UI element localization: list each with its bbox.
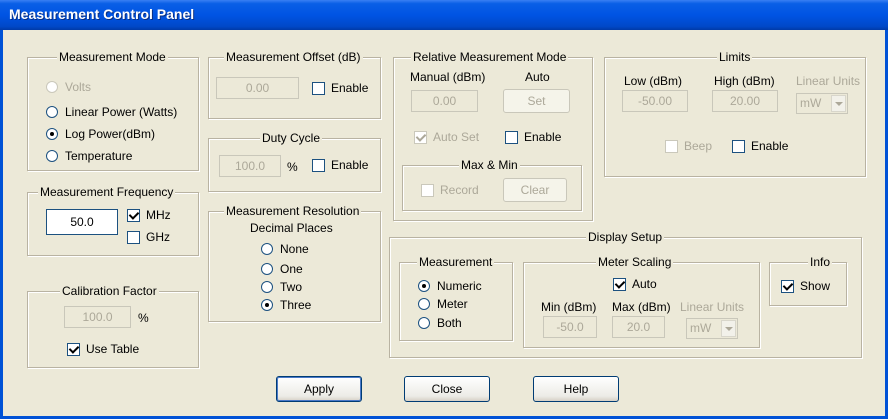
duty-cycle-enable-label: Enable <box>331 158 369 172</box>
relative-enable-label: Enable <box>524 130 562 144</box>
info-show-checkbox[interactable] <box>781 280 794 293</box>
radio-linear-power[interactable] <box>46 106 58 118</box>
display-setup-title: Display Setup <box>586 230 665 244</box>
beep-checkbox[interactable] <box>665 140 678 153</box>
duty-cycle-percent-label: % <box>287 160 298 174</box>
limits-units-select[interactable]: mW <box>796 93 848 114</box>
meter-scaling-title: Meter Scaling <box>596 255 674 269</box>
mhz-label: MHz <box>146 208 171 222</box>
duty-cycle-title: Duty Cycle <box>260 131 323 145</box>
relative-auto-label: Auto <box>525 70 550 84</box>
close-button[interactable]: Close <box>404 376 490 402</box>
calibration-factor-title: Calibration Factor <box>60 284 159 298</box>
auto-set-label: Auto Set <box>433 130 480 144</box>
offset-enable-checkbox[interactable] <box>312 82 325 95</box>
measurement-mode-title: Measurement Mode <box>57 50 168 64</box>
limits-enable-checkbox[interactable] <box>732 140 745 153</box>
calibration-factor-group <box>27 291 199 368</box>
radio-display-meter-label: Meter <box>437 297 468 311</box>
calibration-factor-input[interactable]: 100.0 <box>64 306 131 328</box>
help-button[interactable]: Help <box>533 376 619 402</box>
radio-volts-label: Volts <box>65 80 92 94</box>
radio-res-one-label: One <box>280 262 303 276</box>
window-border-left <box>0 30 3 419</box>
radio-temperature-label: Temperature <box>65 149 133 163</box>
radio-res-two[interactable] <box>261 281 273 293</box>
radio-res-one[interactable] <box>261 263 273 275</box>
offset-input[interactable]: 0.00 <box>216 77 299 99</box>
radio-display-both-label: Both <box>437 316 462 330</box>
radio-res-three[interactable] <box>261 299 273 311</box>
limits-enable-label: Enable <box>751 139 789 153</box>
relative-mode-title: Relative Measurement Mode <box>411 50 569 64</box>
ghz-label: GHz <box>146 230 170 244</box>
apply-button[interactable]: Apply <box>276 376 362 402</box>
duty-cycle-enable-checkbox[interactable] <box>312 159 325 172</box>
relative-enable-checkbox[interactable] <box>505 131 518 144</box>
mhz-checkbox[interactable] <box>127 209 140 222</box>
record-label: Record <box>440 183 479 197</box>
meter-auto-label: Auto <box>632 277 657 291</box>
use-table-label: Use Table <box>86 342 140 356</box>
radio-log-power-label: Log Power(dBm) <box>65 127 156 141</box>
chevron-down-icon[interactable] <box>721 320 736 337</box>
limits-high-label: High (dBm) <box>714 74 775 88</box>
radio-display-numeric[interactable] <box>418 280 430 292</box>
radio-res-none[interactable] <box>261 243 273 255</box>
decimal-places-label: Decimal Places <box>250 221 333 235</box>
meter-units-select[interactable]: mW <box>686 318 738 339</box>
display-measurement-title: Measurement <box>417 255 495 269</box>
radio-linear-power-label: Linear Power (Watts) <box>65 105 178 119</box>
radio-res-two-label: Two <box>280 280 303 294</box>
title-bar: Measurement Control Panel <box>0 0 888 30</box>
info-title: Info <box>808 255 833 269</box>
measurement-frequency-title: Measurement Frequency <box>38 185 176 199</box>
window-title: Measurement Control Panel <box>9 6 195 22</box>
limits-low-label: Low (dBm) <box>624 74 683 88</box>
radio-log-power[interactable] <box>46 128 58 140</box>
limits-units-value: mW <box>800 96 822 110</box>
meter-max-input[interactable]: 20.0 <box>612 316 665 338</box>
use-table-checkbox[interactable] <box>67 343 80 356</box>
radio-display-meter[interactable] <box>418 298 430 310</box>
meter-min-label: Min (dBm) <box>541 300 597 314</box>
clear-button[interactable]: Clear <box>503 178 567 202</box>
meter-max-label: Max (dBm) <box>612 300 671 314</box>
radio-res-three-label: Three <box>280 298 312 312</box>
measurement-offset-title: Measurement Offset (dB) <box>224 50 363 64</box>
info-show-label: Show <box>800 279 831 293</box>
meter-auto-checkbox[interactable] <box>613 278 626 291</box>
duty-cycle-input[interactable]: 100.0 <box>219 155 281 177</box>
limits-low-input[interactable]: -50.00 <box>622 90 688 112</box>
record-checkbox[interactable] <box>421 184 434 197</box>
calibration-percent-label: % <box>138 311 149 325</box>
radio-display-numeric-label: Numeric <box>437 279 482 293</box>
offset-enable-label: Enable <box>331 81 369 95</box>
limits-title: Limits <box>717 50 753 64</box>
radio-display-both[interactable] <box>418 317 430 329</box>
meter-units-value: mW <box>690 321 712 335</box>
max-min-title: Max & Min <box>459 158 520 172</box>
relative-manual-input[interactable]: 0.00 <box>411 90 478 112</box>
measurement-resolution-title: Measurement Resolution <box>224 204 362 218</box>
chevron-down-icon[interactable] <box>831 95 846 112</box>
radio-res-none-label: None <box>280 242 309 256</box>
limits-high-input[interactable]: 20.00 <box>712 90 778 112</box>
beep-label: Beep <box>684 139 713 153</box>
meter-min-input[interactable]: -50.0 <box>543 316 597 338</box>
auto-set-checkbox[interactable] <box>414 131 427 144</box>
frequency-input[interactable]: 50.0 <box>46 209 118 235</box>
limits-linear-units-label: Linear Units <box>796 74 861 88</box>
meter-linear-units-label: Linear Units <box>680 300 745 314</box>
radio-temperature[interactable] <box>46 150 58 162</box>
radio-volts[interactable] <box>46 81 58 93</box>
relative-set-button[interactable]: Set <box>503 89 570 113</box>
relative-manual-label: Manual (dBm) <box>410 70 486 84</box>
ghz-checkbox[interactable] <box>127 231 140 244</box>
